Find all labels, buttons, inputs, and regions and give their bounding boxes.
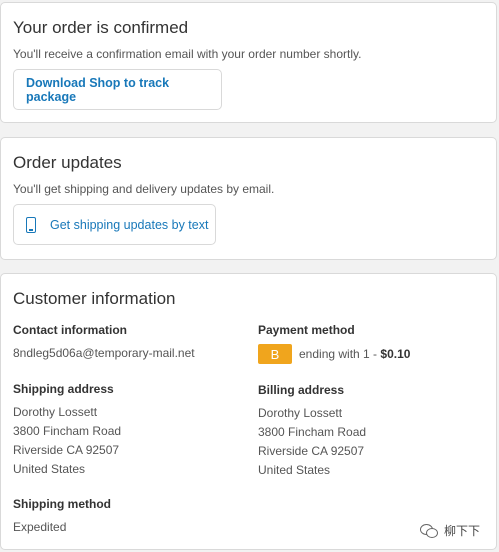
payment-ending-text: ending with 1 -	[299, 347, 381, 361]
shipping-address-line: Dorothy Lossett	[13, 405, 98, 419]
download-shop-button-label: Download Shop to track package	[26, 75, 170, 104]
contact-information-label: Contact information	[13, 323, 127, 337]
shipping-updates-text-button[interactable]: Get shipping updates by text	[13, 204, 216, 245]
shipping-address-line: 3800 Fincham Road	[13, 424, 122, 438]
billing-address: Dorothy Lossett 3800 Fincham Road Rivers…	[258, 404, 366, 480]
order-updates-subtitle: You'll get shipping and delivery updates…	[13, 182, 275, 196]
payment-amount: $0.10	[380, 347, 411, 361]
billing-address-line: Dorothy Lossett	[258, 406, 343, 420]
shipping-address-label: Shipping address	[13, 382, 114, 396]
watermark: 柳下下	[420, 522, 480, 539]
order-confirmed-card: Your order is confirmed You'll receive a…	[0, 2, 497, 123]
shipping-method-value: Expedited	[13, 520, 67, 534]
shipping-updates-text-label: Get shipping updates by text	[50, 217, 209, 232]
payment-method-label: Payment method	[258, 323, 355, 337]
phone-icon	[26, 216, 36, 233]
billing-address-line: United States	[258, 463, 331, 477]
order-updates-title: Order updates	[13, 153, 122, 172]
shipping-address: Dorothy Lossett 3800 Fincham Road Rivers…	[13, 403, 121, 479]
order-confirmed-subtitle: You'll receive a confirmation email with…	[13, 47, 362, 61]
shipping-address-line: United States	[13, 462, 86, 476]
payment-badge: B	[258, 344, 292, 364]
order-updates-card: Order updates You'll get shipping and de…	[0, 137, 497, 260]
order-confirmed-title: Your order is confirmed	[13, 18, 189, 37]
customer-information-title: Customer information	[13, 289, 176, 308]
shipping-address-line: Riverside CA 92507	[13, 443, 120, 457]
billing-address-label: Billing address	[258, 383, 345, 397]
customer-information-card: Customer information Contact information…	[0, 273, 497, 550]
payment-details: ending with 1 - $0.10	[299, 347, 410, 361]
contact-email: 8ndleg5d06a@temporary-mail.net	[13, 346, 195, 360]
download-shop-button[interactable]: Download Shop to track package	[13, 69, 222, 110]
billing-address-line: 3800 Fincham Road	[258, 425, 367, 439]
watermark-text: 柳下下	[444, 524, 481, 538]
wechat-icon	[420, 523, 438, 538]
shipping-method-label: Shipping method	[13, 497, 111, 511]
billing-address-line: Riverside CA 92507	[258, 444, 365, 458]
